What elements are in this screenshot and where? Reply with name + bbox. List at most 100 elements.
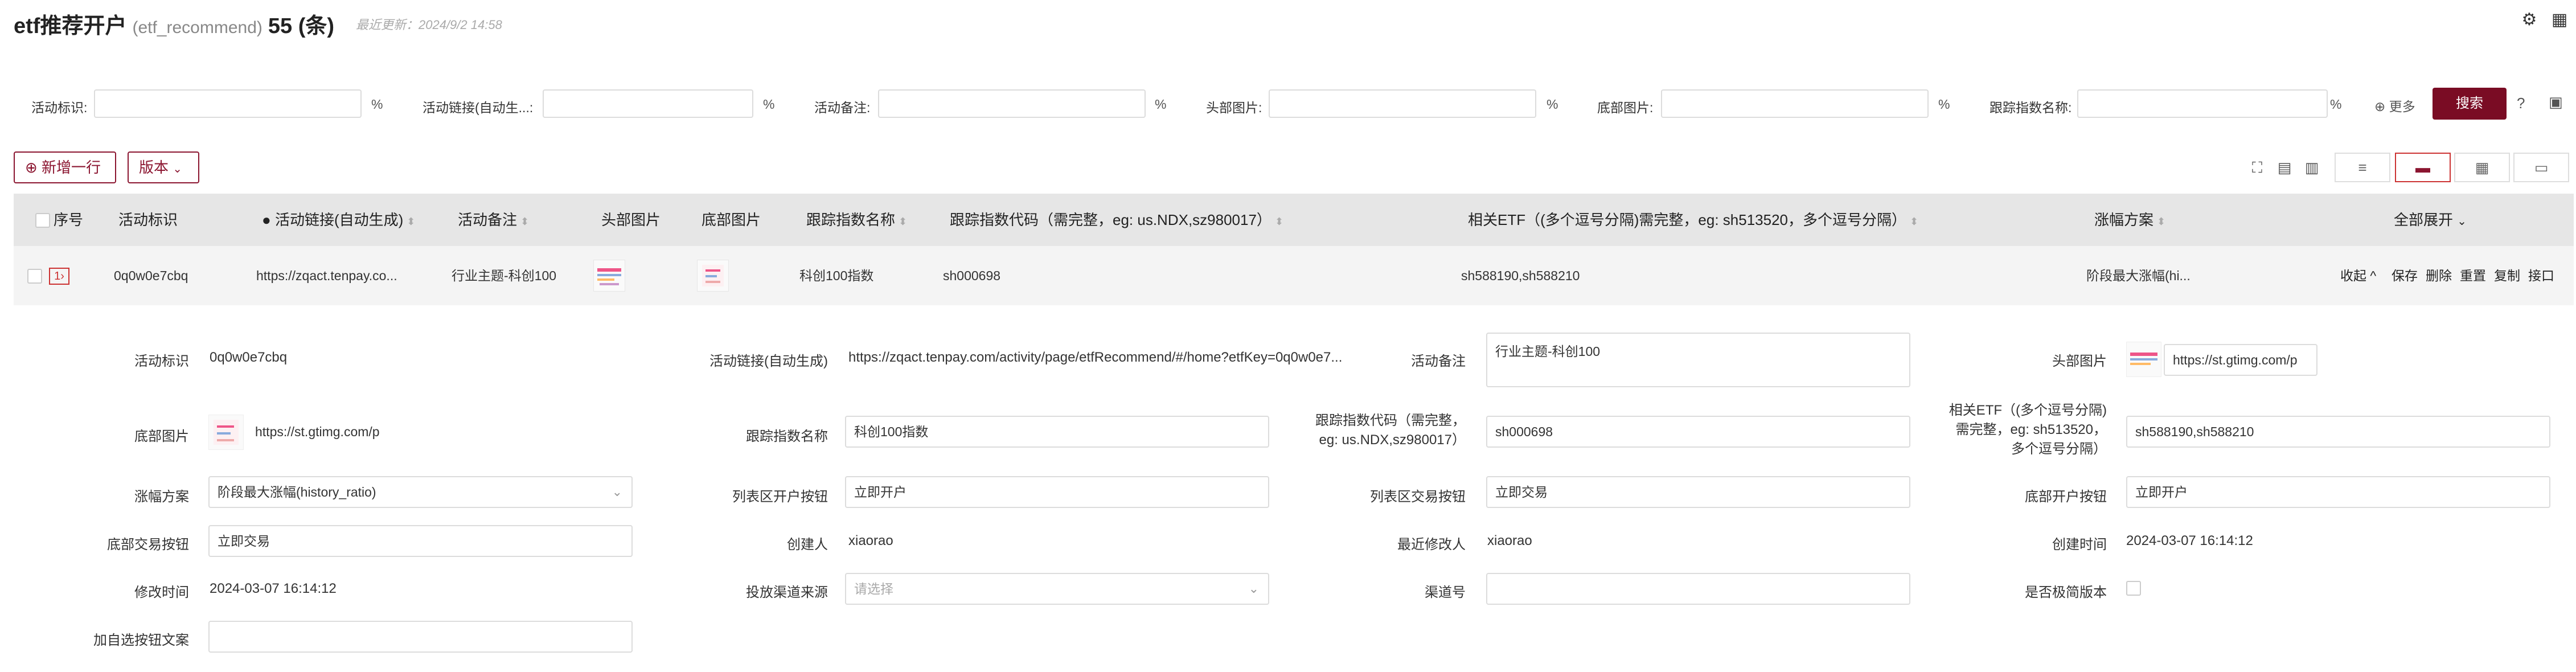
col-plan[interactable]: 涨幅方案 ⬍ <box>2094 194 2165 246</box>
detail-index-name-value: 科创100指数 <box>854 424 929 439</box>
gear-icon[interactable]: ⚙ <box>2520 10 2539 30</box>
cell-foot-img-thumbnail[interactable] <box>697 260 729 292</box>
last-updated: 最近更新：2024/9/2 14:58 <box>356 18 502 32</box>
columns-icon[interactable]: ▥ <box>2302 157 2322 178</box>
view-expanded-button[interactable]: ▬ <box>2395 153 2451 182</box>
detail-watchlist-input[interactable] <box>208 621 633 653</box>
detail-plan-select[interactable]: 阶段最大涨幅(history_ratio) ⌄ <box>208 476 633 508</box>
thumbnail-image <box>2130 353 2157 365</box>
label-line: 相关ETF（(多个逗号分隔) <box>1949 403 2107 418</box>
chevron-down-icon: ⌄ <box>612 485 622 499</box>
filter-input-head-img[interactable] <box>1269 89 1536 118</box>
detail-foot-trade-input[interactable]: 立即交易 <box>208 525 633 557</box>
filter-input-link[interactable] <box>543 89 753 118</box>
help-icon[interactable]: ? <box>2517 95 2525 112</box>
detail-plan-label: 涨幅方案 <box>134 489 189 505</box>
label-line: 需完整，eg: sh513520， <box>1955 422 2107 437</box>
fullscreen-icon[interactable]: ⛶ <box>2247 157 2267 178</box>
detail-channel-no-label: 渠道号 <box>1425 585 1466 600</box>
detail-etf-input[interactable]: sh588190,sh588210 <box>2126 416 2550 448</box>
row-index-badge[interactable]: 1› <box>49 268 69 285</box>
detail-head-img-input[interactable]: https://st.gtimg.com/p <box>2164 344 2317 376</box>
detail-index-name-label: 跟踪指数名称 <box>746 429 828 444</box>
detail-list-trade-label: 列表区交易按钮 <box>1370 489 1466 505</box>
grid-menu-icon[interactable]: ▦ <box>2550 10 2569 30</box>
delete-row-button[interactable]: 删除 <box>2426 246 2452 305</box>
search-button[interactable]: 搜索 <box>2433 88 2507 120</box>
detail-index-name-input[interactable]: 科创100指数 <box>845 416 1269 448</box>
save-row-button[interactable]: 保存 <box>2392 246 2418 305</box>
collapse-row-button[interactable]: 收起 ^ <box>2340 246 2376 305</box>
api-row-button[interactable]: 接口 <box>2528 246 2554 305</box>
detail-foot-img-input[interactable]: https://st.gtimg.com/p <box>246 416 405 448</box>
detail-index-code-input[interactable]: sh000698 <box>1486 416 1910 448</box>
cell-head-img-thumbnail[interactable] <box>593 260 625 292</box>
detail-watchlist-label: 加自选按钮文案 <box>93 633 189 648</box>
sort-icon: ⬍ <box>2157 216 2166 227</box>
detail-modified-value: 2024-03-07 16:14:12 <box>210 581 337 596</box>
detail-foot-open-input[interactable]: 立即开户 <box>2126 476 2550 508</box>
filter-input-id[interactable] <box>94 89 362 118</box>
thumbnail-image <box>702 265 724 286</box>
detail-channel-src-select[interactable]: 请选择 ⌄ <box>845 573 1269 605</box>
filter-label-head-img: 头部图片: <box>1206 100 1262 115</box>
detail-index-code-label: 跟踪指数代码（需完整， eg: us.NDX,sz980017） <box>1287 411 1466 450</box>
detail-list-open-input[interactable]: 立即开户 <box>845 476 1269 508</box>
filter-label-id: 活动标识: <box>31 100 88 115</box>
detail-id-value: 0q0w0e7cbq <box>210 350 288 365</box>
detail-simple-checkbox[interactable] <box>2126 581 2141 596</box>
detail-foot-img-thumbnail[interactable] <box>208 415 244 450</box>
col-plan-label: 涨幅方案 <box>2094 211 2154 228</box>
col-id[interactable]: 活动标识 <box>118 194 178 246</box>
filter-pct-head-img: % <box>1547 97 1558 112</box>
col-link[interactable]: ● 活动链接(自动生成) ⬍ <box>262 194 415 246</box>
view-card-button[interactable]: ▭ <box>2513 153 2569 182</box>
row-checkbox[interactable] <box>27 269 42 284</box>
label-line: 跟踪指数代码（需完整， <box>1315 413 1466 428</box>
detail-channel-no-input[interactable] <box>1486 573 1910 605</box>
thumbnail-image <box>214 420 239 445</box>
view-list-button[interactable]: ≡ <box>2335 153 2390 182</box>
detail-list-open-label: 列表区开户按钮 <box>732 489 828 505</box>
col-etf[interactable]: 相关ETF（(多个逗号分隔)需完整，eg: sh513520，多个逗号分隔） ⬍ <box>1468 194 1918 246</box>
detail-list-trade-input[interactable]: 立即交易 <box>1486 476 1910 508</box>
detail-id-label: 活动标识 <box>134 354 189 369</box>
col-index-code[interactable]: 跟踪指数代码（需完整，eg: us.NDX,sz980017） ⬍ <box>950 194 1283 246</box>
expand-all-button[interactable]: 全部展开 ⌄ <box>2394 194 2467 246</box>
detail-note-textarea[interactable]: 行业主题-科创100 <box>1486 333 1910 387</box>
detail-modifier-value: xiaorao <box>1487 533 1532 548</box>
page-title: etf推荐开户 (etf_recommend) 55 (条) <box>14 8 334 39</box>
filter-pct-note: % <box>1155 97 1167 112</box>
cell-note: 行业主题-科创100 <box>452 268 557 283</box>
detail-creator-label: 创建人 <box>787 537 828 552</box>
detail-channel-src-label: 投放渠道来源 <box>746 585 828 600</box>
col-note[interactable]: 活动备注 ⬍ <box>458 194 529 246</box>
save-filter-icon[interactable]: ▣ <box>2549 93 2563 111</box>
export-icon[interactable]: ▤ <box>2274 157 2295 178</box>
sort-icon: ⬍ <box>1910 216 1919 227</box>
detail-foot-trade-value: 立即交易 <box>218 534 270 548</box>
filter-input-note[interactable] <box>878 89 1146 118</box>
col-index-name[interactable]: 跟踪指数名称 ⬍ <box>806 194 907 246</box>
reset-row-button[interactable]: 重置 <box>2460 246 2486 305</box>
view-grid-button[interactable]: ▦ <box>2454 153 2510 182</box>
detail-foot-open-label: 底部开户按钮 <box>2025 489 2107 505</box>
thumbnail-image <box>597 268 621 285</box>
select-all-checkbox[interactable] <box>35 213 50 228</box>
filter-pct-index-name: % <box>2330 97 2342 112</box>
col-head-img[interactable]: 头部图片 <box>601 194 661 246</box>
detail-link-value[interactable]: https://zqact.tenpay.com/activity/page/e… <box>848 350 1378 366</box>
add-row-button[interactable]: ⊕ 新增一行 <box>14 151 116 183</box>
row-index: 1 <box>54 270 61 282</box>
filter-input-index-name[interactable] <box>2077 89 2328 118</box>
copy-row-button[interactable]: 复制 <box>2494 246 2520 305</box>
cell-link: https://zqact.tenpay.co... <box>256 268 397 283</box>
col-foot-img[interactable]: 底部图片 <box>702 194 761 246</box>
more-filters-link[interactable]: ⊕ 更多 <box>2374 96 2415 115</box>
filter-pct-link: % <box>763 97 775 112</box>
filter-label-index-name: 跟踪指数名称: <box>1990 100 2072 115</box>
version-button[interactable]: 版本 ⌄ <box>128 151 199 183</box>
detail-link-label: 活动链接(自动生成) <box>709 354 828 369</box>
detail-head-img-thumbnail[interactable] <box>2126 342 2161 377</box>
filter-input-foot-img[interactable] <box>1661 89 1929 118</box>
